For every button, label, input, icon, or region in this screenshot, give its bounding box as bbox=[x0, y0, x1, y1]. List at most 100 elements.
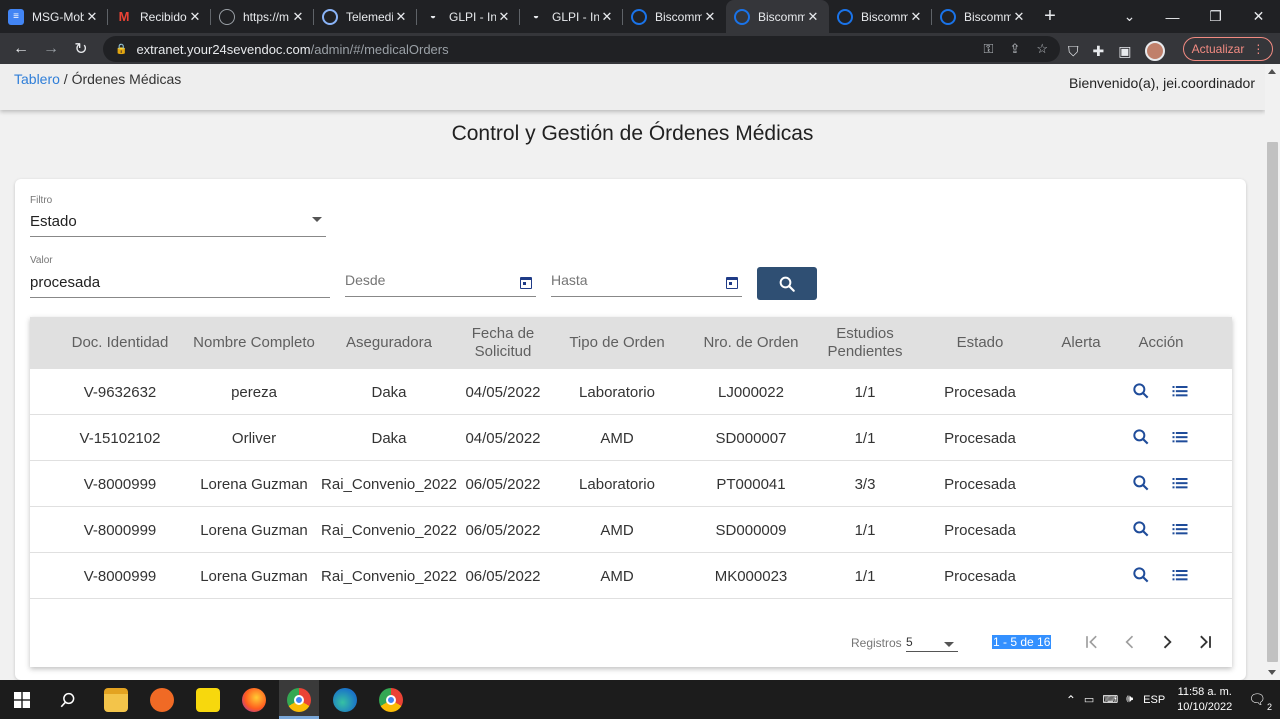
page-size-value: 5 bbox=[906, 635, 913, 649]
tab-title: Biscomm bbox=[861, 9, 908, 24]
close-icon[interactable]: ✕ bbox=[290, 9, 306, 25]
close-icon[interactable]: ✕ bbox=[908, 9, 924, 25]
table-row[interactable]: V-8000999 Lorena Guzman Rai_Convenio_202… bbox=[30, 507, 1232, 553]
update-label: Actualizar bbox=[1191, 42, 1245, 56]
filter-value: Estado bbox=[30, 213, 77, 230]
table-row[interactable]: V-8000999 Lorena Guzman Rai_Convenio_202… bbox=[30, 461, 1232, 507]
column-header[interactable]: Tipo de Orden bbox=[556, 317, 678, 369]
scroll-down-icon[interactable] bbox=[1268, 670, 1276, 675]
language-indicator[interactable]: ESP bbox=[1143, 694, 1165, 706]
sticky-notes-icon[interactable] bbox=[196, 688, 220, 712]
column-header[interactable]: Fecha de Solicitud bbox=[462, 317, 544, 369]
edge-icon[interactable] bbox=[333, 688, 357, 712]
browser-tab[interactable]: ◒ GLPI - Inicio ✕ bbox=[417, 0, 520, 33]
last-page-icon[interactable] bbox=[1195, 632, 1215, 652]
address-bar[interactable]: 🔒 extranet.your24sevendoc.com/admin/#/me… bbox=[103, 36, 1060, 62]
chrome-icon[interactable] bbox=[287, 688, 311, 712]
list-icon[interactable] bbox=[1170, 565, 1190, 585]
calendar-icon[interactable] bbox=[520, 277, 532, 289]
list-icon[interactable] bbox=[1170, 473, 1190, 493]
search-icon[interactable] bbox=[1131, 565, 1151, 585]
close-icon[interactable]: ✕ bbox=[84, 9, 100, 25]
extensions: ⛉ ✚ ▣ bbox=[1068, 41, 1166, 61]
windows-start-icon[interactable] bbox=[14, 692, 30, 708]
list-icon[interactable] bbox=[1170, 381, 1190, 401]
forward-icon[interactable]: → bbox=[36, 40, 66, 58]
new-tab-button[interactable]: + bbox=[1035, 5, 1065, 28]
app-orange-icon[interactable] bbox=[150, 688, 174, 712]
avatar[interactable] bbox=[1145, 41, 1166, 61]
close-icon[interactable]: ✕ bbox=[496, 9, 512, 25]
next-page-icon[interactable] bbox=[1157, 632, 1177, 652]
search-icon[interactable] bbox=[1131, 381, 1151, 401]
close-icon[interactable]: ✕ bbox=[1011, 9, 1027, 25]
list-icon[interactable] bbox=[1170, 427, 1190, 447]
close-icon[interactable]: ✕ bbox=[702, 9, 718, 25]
browser-tab[interactable]: ≡ MSG-Mobile ✕ bbox=[0, 0, 108, 33]
browser-tab-active[interactable]: Biscomm ✕ bbox=[726, 0, 829, 33]
close-icon[interactable]: ✕ bbox=[599, 9, 615, 25]
update-button[interactable]: Actualizar ⋮ bbox=[1183, 37, 1273, 61]
sidepanel-icon[interactable]: ▣ bbox=[1118, 43, 1131, 60]
browser-tab[interactable]: Biscomm ✕ bbox=[932, 0, 1035, 33]
page-size-select[interactable]: 5 bbox=[906, 630, 958, 652]
volume-icon[interactable]: 🕪 bbox=[1126, 693, 1133, 706]
chrome-icon[interactable] bbox=[379, 688, 403, 712]
scrollbar-thumb[interactable] bbox=[1267, 142, 1278, 662]
network-icon[interactable]: ⌨ bbox=[1102, 693, 1118, 706]
cell-pending: 1/1 bbox=[854, 429, 876, 447]
file-explorer-icon[interactable] bbox=[104, 688, 128, 712]
minimize-icon[interactable]: — bbox=[1151, 9, 1194, 25]
column-header[interactable]: Nro. de Orden bbox=[690, 317, 812, 369]
value-input[interactable]: Valor procesada bbox=[30, 255, 330, 298]
search-icon[interactable] bbox=[1131, 473, 1151, 493]
filter-select[interactable]: Filtro Estado bbox=[30, 193, 326, 237]
hasta-date-input[interactable]: Hasta bbox=[551, 264, 742, 297]
star-icon[interactable]: ☆ bbox=[1036, 41, 1048, 57]
search-icon[interactable] bbox=[59, 691, 77, 709]
list-icon[interactable] bbox=[1170, 519, 1190, 539]
search-icon[interactable] bbox=[1131, 427, 1151, 447]
calendar-icon[interactable] bbox=[726, 277, 738, 289]
first-page-icon[interactable] bbox=[1082, 632, 1102, 652]
table-row[interactable]: V-8000999 Lorena Guzman Rai_Convenio_202… bbox=[30, 553, 1232, 599]
browser-tab[interactable]: M Recibidos ✕ bbox=[108, 0, 211, 33]
column-header[interactable]: Alerta bbox=[1050, 317, 1112, 369]
browser-tab[interactable]: Biscomm ✕ bbox=[829, 0, 932, 33]
notifications-icon[interactable]: 🗨 2 bbox=[1248, 691, 1272, 712]
chevron-up-icon[interactable]: ⌃ bbox=[1066, 693, 1076, 707]
table-row[interactable]: V-9632632 pereza Daka 04/05/2022 Laborat… bbox=[30, 369, 1232, 415]
column-header[interactable]: Aseguradora bbox=[328, 317, 450, 369]
clock[interactable]: 11:58 a. m. 10/10/2022 bbox=[1177, 685, 1232, 715]
close-icon[interactable]: ✕ bbox=[393, 9, 409, 25]
table-row[interactable]: V-15102102 Orliver Daka 04/05/2022 AMD S… bbox=[30, 415, 1232, 461]
share-icon[interactable]: ⇪ bbox=[1009, 41, 1020, 57]
breadcrumb-link-tablero[interactable]: Tablero bbox=[14, 71, 60, 87]
search-button[interactable] bbox=[757, 267, 817, 300]
browser-tab[interactable]: Telemedicina ✕ bbox=[314, 0, 417, 33]
browser-tab[interactable]: https://m ✕ bbox=[211, 0, 314, 33]
desde-date-input[interactable]: Desde bbox=[345, 264, 536, 297]
browser-tab[interactable]: ◒ GLPI - Inicio ✕ bbox=[520, 0, 623, 33]
column-header[interactable]: Doc. Identidad bbox=[60, 317, 180, 369]
close-icon[interactable]: ✕ bbox=[187, 9, 203, 25]
key-icon[interactable]: ⚿ bbox=[984, 41, 994, 57]
tab-search-icon[interactable]: ⌄ bbox=[1108, 8, 1151, 25]
back-icon[interactable]: ← bbox=[6, 40, 36, 58]
column-header[interactable]: Estado bbox=[920, 317, 1040, 369]
previous-page-icon[interactable] bbox=[1120, 632, 1140, 652]
search-icon[interactable] bbox=[1131, 519, 1151, 539]
reload-icon[interactable]: ↻ bbox=[66, 39, 96, 59]
close-window-icon[interactable]: ✕ bbox=[1237, 8, 1280, 25]
firefox-icon[interactable] bbox=[242, 688, 266, 712]
browser-tab[interactable]: Biscomm ✕ bbox=[623, 0, 726, 33]
restore-icon[interactable]: ❐ bbox=[1194, 8, 1237, 25]
battery-icon[interactable]: ▭ bbox=[1084, 693, 1094, 706]
column-header[interactable]: Nombre Completo bbox=[188, 317, 320, 369]
scroll-up-icon[interactable] bbox=[1268, 69, 1276, 74]
column-header[interactable]: Estudios Pendientes bbox=[820, 317, 910, 369]
close-icon[interactable]: ✕ bbox=[805, 9, 821, 25]
shield-icon[interactable]: ⛉ bbox=[1068, 43, 1079, 60]
puzzle-icon[interactable]: ✚ bbox=[1093, 43, 1105, 60]
page-scrollbar[interactable] bbox=[1265, 64, 1280, 680]
